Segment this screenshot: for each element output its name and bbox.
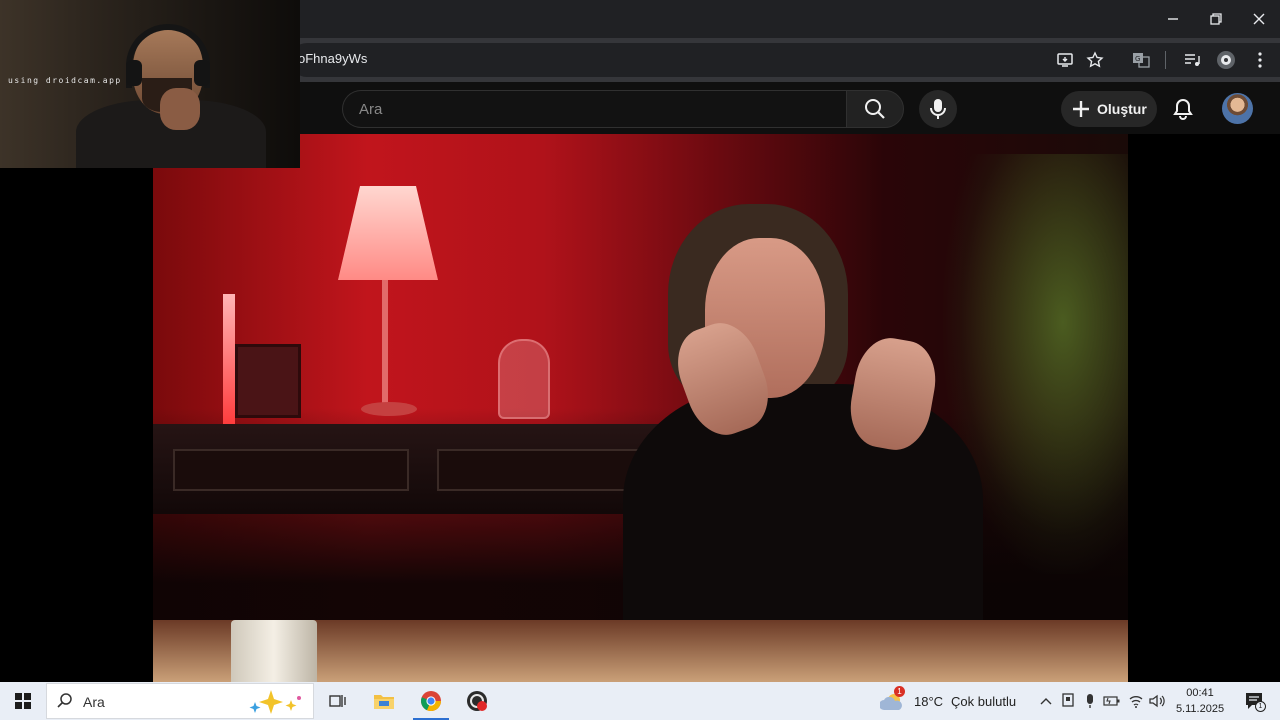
wifi-tray-button[interactable] (1126, 691, 1146, 711)
video-glass-jar (498, 339, 550, 419)
webcam-person-hand (160, 88, 200, 130)
video-player[interactable] (153, 134, 1128, 682)
obs-button[interactable] (455, 682, 499, 720)
webcam-watermark: using droidcam.app (8, 76, 122, 85)
chrome-icon (421, 691, 442, 712)
close-button[interactable] (1236, 0, 1280, 38)
translate-button[interactable]: G (1129, 48, 1153, 72)
speaker-icon (1149, 694, 1165, 708)
extensions-icon (1217, 51, 1235, 69)
plus-icon (1073, 101, 1089, 117)
extensions-button[interactable] (1214, 48, 1238, 72)
account-avatar[interactable] (1222, 93, 1253, 124)
volume-tray-button[interactable] (1148, 691, 1168, 711)
search-button[interactable] (846, 90, 904, 128)
weather-condition: Çok bulutlu (951, 693, 1017, 709)
video-lamp-pole (382, 280, 388, 410)
battery-tray-button[interactable] (1102, 691, 1122, 711)
close-icon (1253, 13, 1265, 25)
notification-count: 1 (1255, 701, 1266, 712)
media-queue-icon (1185, 54, 1200, 66)
install-app-icon (1057, 53, 1073, 67)
taskbar-search[interactable]: Ara (46, 683, 314, 719)
clock-time: 00:41 (1186, 687, 1214, 699)
windows-taskbar: Ara 1 18°C Çok bulutlu 00:41 5.11.2025 1 (0, 682, 1280, 720)
task-view-button[interactable] (316, 682, 360, 720)
video-mug (231, 620, 317, 682)
minimize-button[interactable] (1150, 0, 1196, 38)
notifications-button[interactable] (1166, 92, 1200, 126)
taskbar-clock[interactable]: 00:41 5.11.2025 (1172, 685, 1228, 717)
create-label: Oluştur (1097, 101, 1147, 117)
webcam-headset-ear (194, 60, 210, 86)
show-hidden-icons-button[interactable] (1036, 691, 1056, 711)
more-menu-button[interactable] (1248, 48, 1272, 72)
webcam-overlay: using droidcam.app (0, 0, 300, 168)
weather-temperature: 18°C (914, 693, 944, 709)
file-explorer-button[interactable] (362, 682, 406, 720)
video-lamp-base (361, 402, 417, 416)
translate-icon: G (1133, 53, 1150, 68)
weather-badge: 1 (894, 686, 905, 697)
search-icon (57, 693, 72, 708)
search-placeholder: Ara (359, 101, 383, 118)
video-lamp (338, 186, 438, 280)
chrome-button[interactable] (409, 682, 453, 720)
bell-icon (1173, 98, 1193, 120)
video-photo-frame (235, 344, 301, 418)
clock-date: 5.11.2025 (1175, 703, 1225, 715)
chevron-up-icon (1040, 698, 1052, 705)
mic-icon (1087, 694, 1093, 708)
url-text: oFhna9yWs (298, 51, 368, 66)
toolbar-divider (1165, 51, 1166, 69)
bookmark-button[interactable] (1083, 48, 1107, 72)
windows-logo-icon (15, 693, 31, 709)
create-button[interactable]: Oluştur (1061, 91, 1157, 127)
media-queue-button[interactable] (1180, 48, 1204, 72)
video-drawer (173, 449, 409, 491)
search-input[interactable]: Ara (342, 90, 846, 128)
wifi-icon (1129, 696, 1143, 708)
restore-button[interactable] (1193, 0, 1239, 38)
sparkle-icon (249, 690, 301, 714)
desktop-screen: oFhna9yWs G Ara Oluştur using droidcam.a… (0, 0, 1280, 720)
start-button[interactable] (0, 682, 46, 720)
display-icon (1062, 693, 1074, 707)
file-explorer-icon (374, 695, 394, 709)
obs-icon (467, 691, 487, 711)
battery-icon (1103, 696, 1120, 706)
weather-widget[interactable]: 1 18°C Çok bulutlu (879, 682, 1017, 720)
svg-text:G: G (1135, 55, 1140, 63)
mic-icon (930, 99, 946, 119)
minimize-icon (1168, 18, 1178, 20)
more-menu-icon (1258, 52, 1262, 68)
display-tray-button[interactable] (1058, 691, 1078, 711)
install-app-button[interactable] (1053, 48, 1077, 72)
search-icon (865, 99, 885, 119)
taskbar-search-label: Ara (83, 694, 105, 710)
restore-icon (1210, 13, 1222, 25)
task-view-icon (329, 695, 346, 707)
mic-tray-button[interactable] (1080, 691, 1100, 711)
webcam-headset-ear (126, 60, 142, 86)
video-led-bar (223, 294, 235, 424)
notification-icon-wrap: 1 (1244, 691, 1266, 712)
bookmark-star-icon (1086, 51, 1104, 68)
notification-center-button[interactable]: 1 (1234, 682, 1274, 720)
voice-search-button[interactable] (919, 90, 957, 128)
weather-icon-wrap: 1 (879, 686, 906, 712)
